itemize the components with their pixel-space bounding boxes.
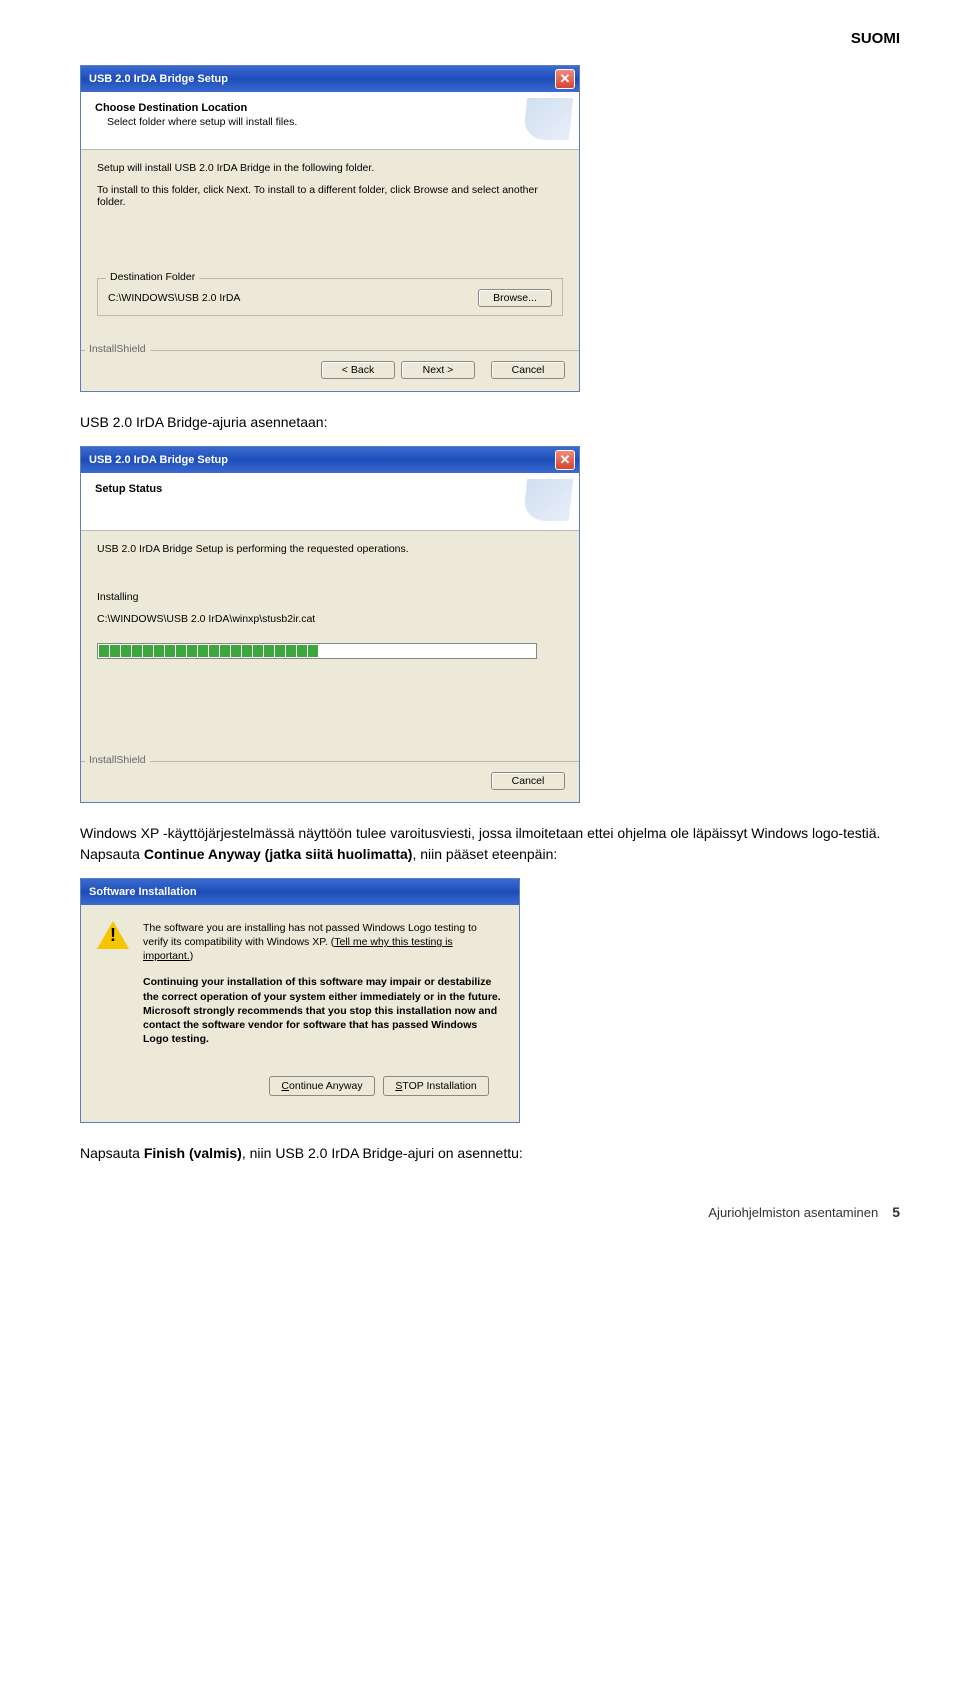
installing-path: C:\WINDOWS\USB 2.0 IrDA\winxp\stusb2ir.c…: [97, 613, 563, 625]
next-button[interactable]: Next >: [401, 361, 475, 379]
caption-text-c: , niin pääset eteenpäin:: [412, 846, 557, 862]
progress-bar: [97, 643, 537, 659]
dialog-body: USB 2.0 IrDA Bridge Setup is performing …: [81, 531, 579, 761]
close-icon[interactable]: ✕: [555, 69, 575, 89]
banner-subtitle: Select folder where setup will install f…: [107, 116, 565, 128]
brand-label: InstallShield: [85, 343, 150, 355]
caption3-b: Finish (valmis): [144, 1145, 242, 1161]
banner: Choose Destination Location Select folde…: [81, 92, 579, 150]
banner: Setup Status: [81, 473, 579, 531]
warning-icon: [97, 921, 129, 951]
warning-text: The software you are installing has not …: [143, 921, 503, 1046]
page-footer: Ajuriohjelmiston asentaminen 5: [80, 1204, 900, 1220]
body-line-1: Setup will install USB 2.0 IrDA Bridge i…: [97, 162, 563, 174]
titlebar: USB 2.0 IrDA Bridge Setup ✕: [81, 66, 579, 92]
cancel-button[interactable]: Cancel: [491, 361, 565, 379]
warning-bold: Continuing your installation of this sof…: [143, 975, 503, 1046]
stop-installation-button[interactable]: STOP Installation: [383, 1076, 489, 1096]
brand-label: InstallShield: [85, 754, 150, 766]
software-installation-dialog: Software Installation The software you a…: [80, 878, 520, 1123]
dialog-footer: InstallShield Cancel: [81, 761, 579, 802]
titlebar: Software Installation: [81, 879, 519, 905]
title-text: USB 2.0 IrDA Bridge Setup: [89, 454, 228, 466]
destination-legend: Destination Folder: [106, 271, 199, 283]
continue-label: ontinue Anyway: [289, 1080, 363, 1092]
cancel-button[interactable]: Cancel: [491, 772, 565, 790]
dialog-footer: InstallShield < Back Next > Cancel: [81, 350, 579, 391]
caption3-c: , niin USB 2.0 IrDA Bridge-ajuri on asen…: [242, 1145, 523, 1161]
close-icon[interactable]: ✕: [555, 450, 575, 470]
continue-anyway-button[interactable]: Continue Anyway: [269, 1076, 375, 1096]
destination-group: Destination Folder C:\WINDOWS\USB 2.0 Ir…: [97, 278, 563, 316]
titlebar: USB 2.0 IrDA Bridge Setup ✕: [81, 447, 579, 473]
install-dialog-destination: USB 2.0 IrDA Bridge Setup ✕ Choose Desti…: [80, 65, 580, 392]
banner-graphic-icon: [515, 479, 571, 525]
banner-title: Choose Destination Location: [95, 102, 565, 114]
dialog-body: Setup will install USB 2.0 IrDA Bridge i…: [81, 150, 579, 350]
caption-finish: Napsauta Finish (valmis), niin USB 2.0 I…: [80, 1143, 900, 1163]
dialog-footer: Continue Anyway STOP Installation: [97, 1076, 503, 1110]
warning-p1b: ): [190, 950, 194, 962]
dialog-body: The software you are installing has not …: [81, 905, 519, 1122]
banner-title: Setup Status: [95, 483, 565, 495]
install-dialog-progress: USB 2.0 IrDA Bridge Setup ✕ Setup Status…: [80, 446, 580, 803]
caption3-a: Napsauta: [80, 1145, 144, 1161]
caption-text-b: Continue Anyway (jatka siitä huolimatta): [144, 846, 413, 862]
caption-warning: Windows XP -käyttöjärjestelmässä näyttöö…: [80, 823, 900, 864]
page-header-lang: SUOMI: [80, 30, 900, 47]
stop-label: TOP Installation: [402, 1080, 476, 1092]
installing-label: Installing: [97, 591, 563, 603]
caption-installing: USB 2.0 IrDA Bridge-ajuria asennetaan:: [80, 412, 900, 432]
status-line: USB 2.0 IrDA Bridge Setup is performing …: [97, 543, 563, 555]
title-text: USB 2.0 IrDA Bridge Setup: [89, 73, 228, 85]
page-number: 5: [892, 1204, 900, 1220]
body-line-2: To install to this folder, click Next. T…: [97, 184, 563, 208]
banner-graphic-icon: [515, 98, 571, 144]
back-button[interactable]: < Back: [321, 361, 395, 379]
title-text: Software Installation: [89, 886, 197, 898]
browse-button[interactable]: Browse...: [478, 289, 552, 307]
footer-label: Ajuriohjelmiston asentaminen: [708, 1205, 878, 1220]
destination-path: C:\WINDOWS\USB 2.0 IrDA: [108, 292, 240, 304]
